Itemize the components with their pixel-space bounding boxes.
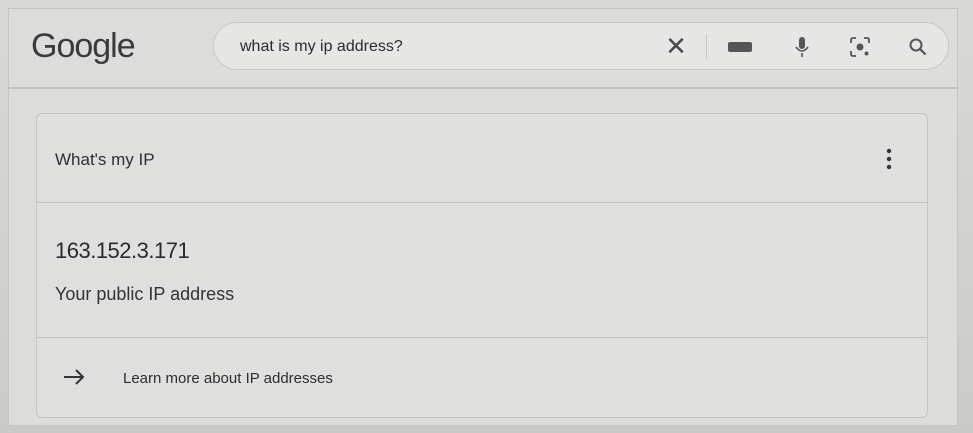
search-icon[interactable] xyxy=(904,33,932,61)
card-title: What's my IP xyxy=(55,150,155,169)
ip-result-card: What's my IP 163.152.3.171 Your public I… xyxy=(36,113,928,418)
search-input[interactable] xyxy=(240,38,640,56)
ip-description: Your public IP address xyxy=(55,284,235,304)
more-options-icon[interactable] xyxy=(883,144,895,174)
learn-more-row[interactable]: Learn more about IP addresses xyxy=(37,339,927,417)
search-bar[interactable]: ✕ xyxy=(213,22,949,70)
divider xyxy=(37,202,927,203)
search-header: Google ✕ xyxy=(9,9,957,89)
learn-more-link[interactable]: Learn more about IP addresses xyxy=(123,370,333,387)
divider xyxy=(706,34,707,60)
ip-address-value: 163.152.3.171 xyxy=(55,238,190,263)
close-icon[interactable]: ✕ xyxy=(662,31,690,61)
browser-screen: Google ✕ xyxy=(8,8,958,426)
camera-lens-icon[interactable] xyxy=(846,33,874,61)
google-logo[interactable]: Google xyxy=(31,27,136,66)
arrow-right-icon xyxy=(61,367,89,387)
divider xyxy=(37,337,927,338)
microphone-icon[interactable] xyxy=(788,33,816,61)
keyboard-icon[interactable] xyxy=(726,33,754,61)
